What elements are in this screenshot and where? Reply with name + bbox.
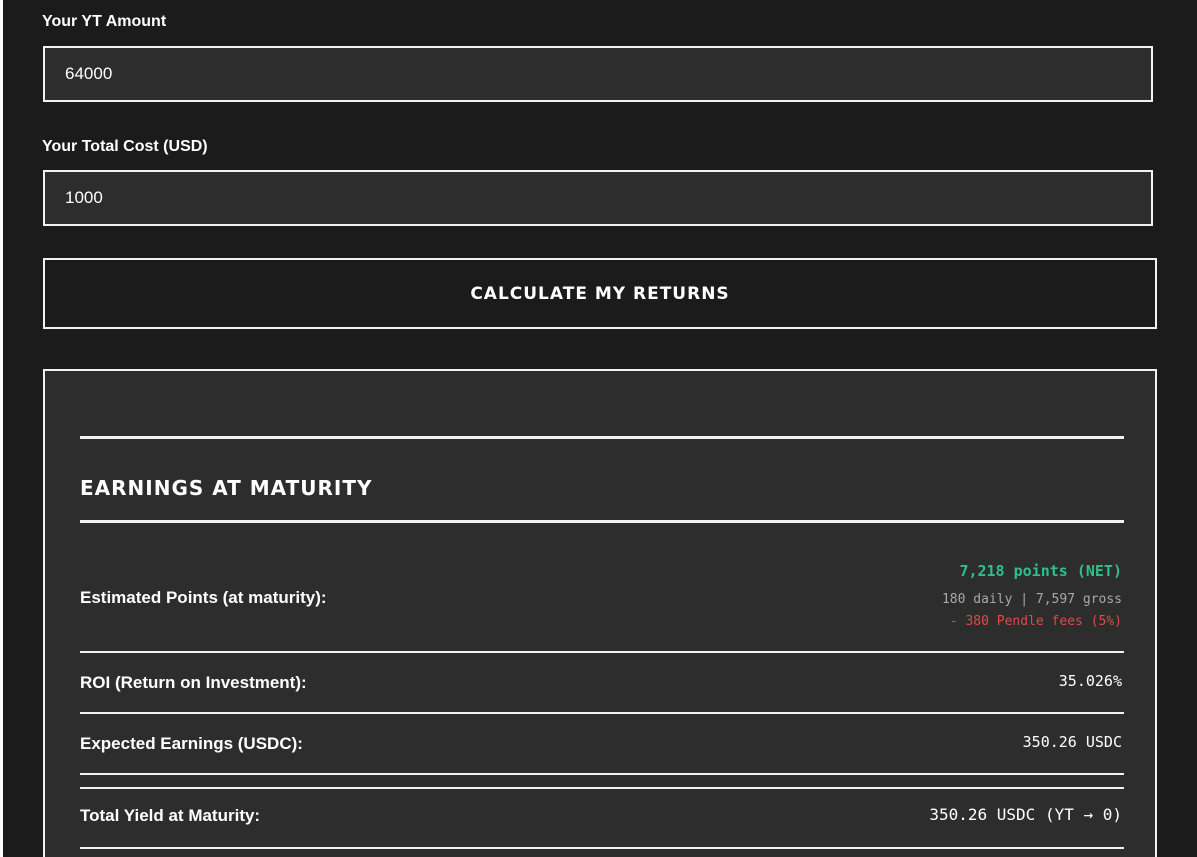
total-bottom-divider	[80, 847, 1124, 849]
expected-earnings-label: Expected Earnings (USDC):	[80, 734, 303, 753]
row-divider	[80, 773, 1124, 775]
total-cost-label: Your Total Cost (USD)	[42, 138, 208, 155]
row-divider	[80, 651, 1124, 653]
yt-amount-input[interactable]	[43, 46, 1153, 102]
calculate-returns-button[interactable]: CALCULATE MY RETURNS	[43, 258, 1157, 329]
estimated-points-label: Estimated Points (at maturity):	[80, 588, 327, 607]
results-panel: EARNINGS AT MATURITY Estimated Points (a…	[43, 369, 1157, 857]
earnings-section-title: EARNINGS AT MATURITY	[80, 476, 373, 500]
total-yield-label: Total Yield at Maturity:	[80, 806, 261, 825]
points-fees-value: - 380 Pendle fees (5%)	[949, 614, 1122, 629]
total-yield-value: 350.26 USDC (YT → 0)	[929, 805, 1122, 824]
calculator-page: Your YT Amount Your Total Cost (USD) CAL…	[3, 0, 1197, 857]
roi-value: 35.026%	[1058, 672, 1122, 690]
yt-amount-label: Your YT Amount	[42, 13, 167, 30]
section-title-divider	[80, 520, 1124, 523]
points-breakdown-value: 180 daily | 7,597 gross	[941, 592, 1122, 607]
expected-earnings-value: 350.26 USDC	[1022, 733, 1122, 751]
section-top-divider	[80, 436, 1124, 439]
total-top-divider	[80, 787, 1124, 789]
row-divider	[80, 712, 1124, 714]
total-cost-input[interactable]	[43, 170, 1153, 226]
points-net-value: 7,218 points (NET)	[959, 562, 1122, 580]
roi-label: ROI (Return on Investment):	[80, 673, 307, 692]
